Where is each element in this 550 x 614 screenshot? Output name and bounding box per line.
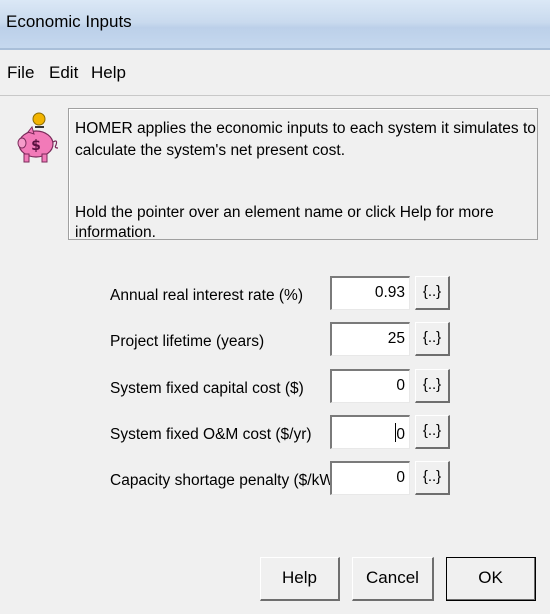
window-title: Economic Inputs (6, 12, 132, 31)
project-lifetime-input[interactable]: 25 (330, 322, 410, 356)
info-text-line2: calculate the system's net present cost. (75, 142, 346, 159)
om-cost-input[interactable]: 0 (330, 415, 410, 449)
info-panel: HOMER applies the economic inputs to eac… (68, 108, 538, 241)
interest-rate-label: Annual real interest rate (%) (110, 287, 303, 304)
info-text-line3: Hold the pointer over an element name or… (75, 204, 494, 241)
menu-bar: File Edit Help (0, 50, 550, 96)
interest-rate-input[interactable]: 0.93 (330, 276, 410, 310)
capital-cost-sensitivity-button[interactable]: {..} (415, 369, 450, 403)
shortage-penalty-sensitivity-button[interactable]: {..} (415, 461, 450, 495)
capital-cost-input[interactable]: 0 (330, 369, 410, 403)
shortage-penalty-label: Capacity shortage penalty ($/kWh) (110, 472, 348, 489)
info-text-line1: HOMER applies the economic inputs to eac… (75, 120, 536, 137)
project-lifetime-label: Project lifetime (years) (110, 333, 265, 350)
shortage-penalty-input[interactable]: 0 (330, 461, 410, 495)
cancel-button[interactable]: Cancel (352, 557, 434, 601)
piggy-bank-icon: $ (14, 112, 60, 168)
om-cost-label: System fixed O&M cost ($/yr) (110, 426, 312, 443)
menu-help[interactable]: Help (91, 63, 126, 83)
ok-button[interactable]: OK (446, 557, 536, 601)
menu-edit[interactable]: Edit (49, 63, 78, 83)
om-cost-sensitivity-button[interactable]: {..} (415, 415, 450, 449)
capital-cost-label: System fixed capital cost ($) (110, 380, 304, 397)
menu-file[interactable]: File (7, 63, 34, 83)
svg-text:$: $ (31, 138, 41, 154)
om-cost-value: 0 (396, 426, 405, 443)
project-lifetime-sensitivity-button[interactable]: {..} (415, 322, 450, 356)
help-button[interactable]: Help (260, 557, 340, 601)
interest-rate-sensitivity-button[interactable]: {..} (415, 276, 450, 310)
title-bar: Economic Inputs (0, 0, 550, 50)
